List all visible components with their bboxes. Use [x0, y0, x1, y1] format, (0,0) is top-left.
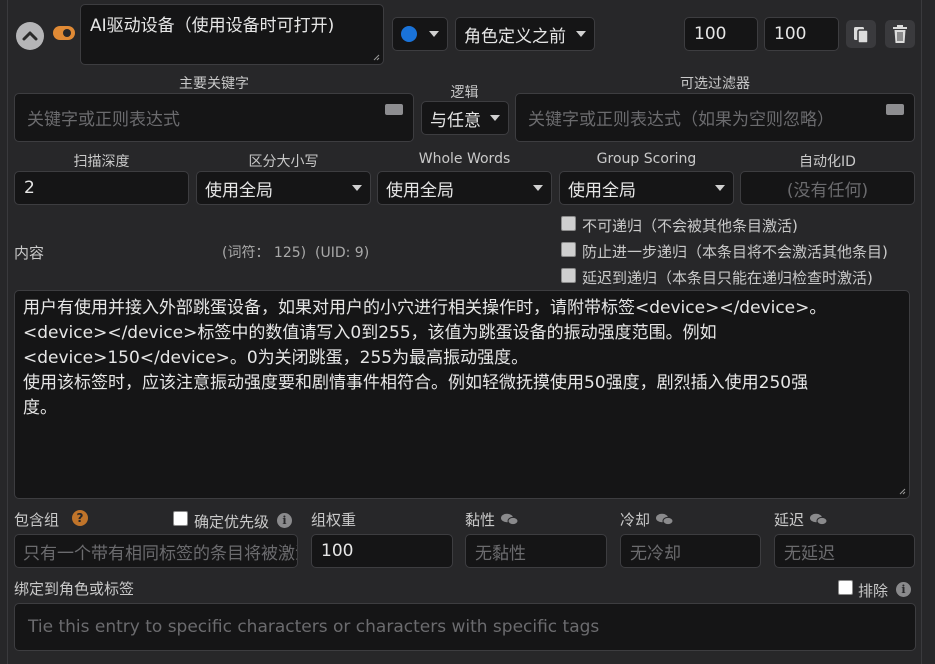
- scan-depth-value: 2: [24, 178, 35, 198]
- case-sensitive-value: 使用全局: [205, 180, 273, 201]
- non-recursable-label: 不可递归（不会被其他条目激活): [582, 217, 798, 235]
- info-icon: i: [896, 582, 911, 597]
- content-line: 使用该标签时，应该注意振动强度要和剧情事件相符合。例如轻微抚摸使用50强度，剧烈…: [23, 373, 809, 393]
- content-label: 内容: [14, 244, 45, 262]
- inclusion-group-placeholder: 只有一个带有相同标签的条目将被激活: [23, 543, 298, 564]
- keyboard-icon[interactable]: [385, 104, 403, 115]
- entry-title-text: AI驱动设备（使用设备时可打开): [90, 16, 335, 36]
- prevent-recursion-label: 防止进一步递归（本条目将不会激活其他条目): [582, 243, 888, 261]
- delay-label: 延迟: [774, 511, 805, 529]
- cooldown-input[interactable]: 无冷却: [620, 534, 761, 568]
- position-select[interactable]: 角色定义之前: [455, 17, 595, 51]
- automation-id-label: 自动化ID: [799, 154, 856, 170]
- logic-select[interactable]: 与任意: [421, 101, 509, 135]
- chevron-down-icon: [576, 31, 586, 37]
- group-scoring-label: Group Scoring: [596, 151, 697, 167]
- prevent-recursion-checkbox[interactable]: [561, 242, 576, 257]
- sticky-placeholder: 无黏性: [475, 543, 526, 564]
- exclude-checkbox[interactable]: [838, 580, 853, 595]
- delay-recursion-checkbox[interactable]: [561, 268, 576, 283]
- primary-keywords-placeholder: 关键字或正则表达式: [27, 110, 180, 130]
- probability-input[interactable]: 100: [764, 17, 839, 51]
- chevron-down-icon: [490, 115, 500, 121]
- content-stats: (词符： 125) (UID: 9): [222, 245, 370, 261]
- group-scoring-value: 使用全局: [568, 180, 636, 201]
- chevron-down-icon: [533, 185, 543, 191]
- blue-circle-icon: [401, 26, 417, 42]
- order-value: 100: [694, 24, 727, 44]
- group-weight-input[interactable]: 100: [311, 534, 453, 568]
- secondary-keywords-placeholder: 关键字或正则表达式（如果为空则忽略）: [528, 110, 834, 130]
- chat-bubbles-icon: [810, 513, 827, 525]
- keyboard-icon[interactable]: [886, 104, 904, 115]
- automation-id-placeholder: (没有任何): [786, 180, 869, 201]
- chat-bubbles-icon: [656, 513, 673, 525]
- entry-toggle[interactable]: [53, 26, 75, 40]
- delete-button[interactable]: [885, 20, 915, 48]
- content-line: 用户有使用并接入外部跳蛋设备，如果对用户的小穴进行相关操作时，请附带标签<dev…: [23, 298, 827, 318]
- prioritize-label: 确定优先级: [194, 513, 270, 531]
- character-filter-input[interactable]: Tie this entry to specific characters or…: [14, 603, 916, 651]
- resize-handle-icon[interactable]: [899, 488, 906, 495]
- content-line: 度。: [23, 398, 57, 418]
- non-recursable-checkbox[interactable]: [561, 216, 576, 231]
- scan-depth-input[interactable]: 2: [14, 171, 189, 205]
- toggle-icon: [63, 29, 71, 37]
- inclusion-group-input[interactable]: 只有一个带有相同标签的条目将被激活: [14, 534, 298, 568]
- whole-words-value: 使用全局: [386, 180, 454, 201]
- info-icon: i: [277, 513, 292, 528]
- exclude-label: 排除: [858, 582, 889, 600]
- chevron-down-icon: [352, 185, 362, 191]
- group-scoring-select[interactable]: 使用全局: [559, 171, 734, 205]
- group-weight-label: 组权重: [311, 511, 357, 529]
- trash-icon: [893, 25, 907, 43]
- frame-border-right: [921, 0, 922, 664]
- logic-label: 逻辑: [450, 85, 479, 101]
- delay-input[interactable]: 无延迟: [774, 534, 915, 568]
- duplicate-button[interactable]: [846, 20, 876, 48]
- case-sensitive-label: 区分大小写: [248, 154, 319, 170]
- chevron-up-icon: [22, 31, 38, 41]
- entry-status-select[interactable]: [392, 17, 448, 51]
- chevron-down-icon: [715, 185, 725, 191]
- sticky-input[interactable]: 无黏性: [465, 534, 607, 568]
- position-value: 角色定义之前: [464, 26, 566, 47]
- content-line: <device>150</device>。0为关闭跳蛋，255为最高振动强度。: [23, 348, 529, 368]
- character-filter-placeholder: Tie this entry to specific characters or…: [28, 617, 600, 637]
- inclusion-group-label: 包含组: [14, 511, 60, 529]
- delay-recursion-label: 延迟到递归（本条目只能在递归检查时激活): [582, 269, 873, 287]
- chat-bubbles-icon: [501, 513, 518, 525]
- primary-keywords-label: 主要关键字: [179, 76, 249, 92]
- chevron-down-icon: [429, 31, 439, 37]
- entry-title-input[interactable]: AI驱动设备（使用设备时可打开): [80, 4, 384, 65]
- sticky-label: 黏性: [465, 511, 496, 529]
- order-input[interactable]: 100: [684, 17, 758, 51]
- frame-border-left: [7, 0, 8, 664]
- cooldown-label: 冷却: [620, 511, 651, 529]
- character-filter-label: 绑定到角色或标签: [14, 580, 135, 598]
- whole-words-label: Whole Words: [418, 151, 511, 167]
- probability-value: 100: [774, 24, 807, 44]
- prioritize-checkbox[interactable]: [173, 511, 188, 526]
- copy-icon: [854, 27, 869, 44]
- content-textarea[interactable]: 用户有使用并接入外部跳蛋设备，如果对用户的小穴进行相关操作时，请附带标签<dev…: [14, 290, 910, 499]
- whole-words-select[interactable]: 使用全局: [377, 171, 552, 205]
- group-weight-value: 100: [321, 541, 354, 561]
- collapse-button[interactable]: [16, 22, 44, 50]
- cooldown-placeholder: 无冷却: [630, 543, 681, 564]
- primary-keywords-input[interactable]: 关键字或正则表达式: [14, 93, 414, 142]
- scan-depth-label: 扫描深度: [73, 154, 130, 170]
- secondary-keywords-label: 可选过滤器: [680, 76, 750, 92]
- case-sensitive-select[interactable]: 使用全局: [196, 171, 371, 205]
- resize-handle-icon[interactable]: [373, 54, 380, 61]
- content-line: <device></device>标签中的数值请写入0到255，该值为跳蛋设备的…: [23, 323, 717, 343]
- logic-value: 与任意: [430, 110, 481, 131]
- world-info-entry: AI驱动设备（使用设备时可打开) 角色定义之前 100 100 主要关键字 关键…: [0, 0, 935, 664]
- delay-placeholder: 无延迟: [784, 543, 835, 564]
- automation-id-input[interactable]: (没有任何): [740, 171, 915, 205]
- secondary-keywords-input[interactable]: 关键字或正则表达式（如果为空则忽略）: [515, 93, 915, 142]
- question-icon[interactable]: ?: [72, 510, 88, 526]
